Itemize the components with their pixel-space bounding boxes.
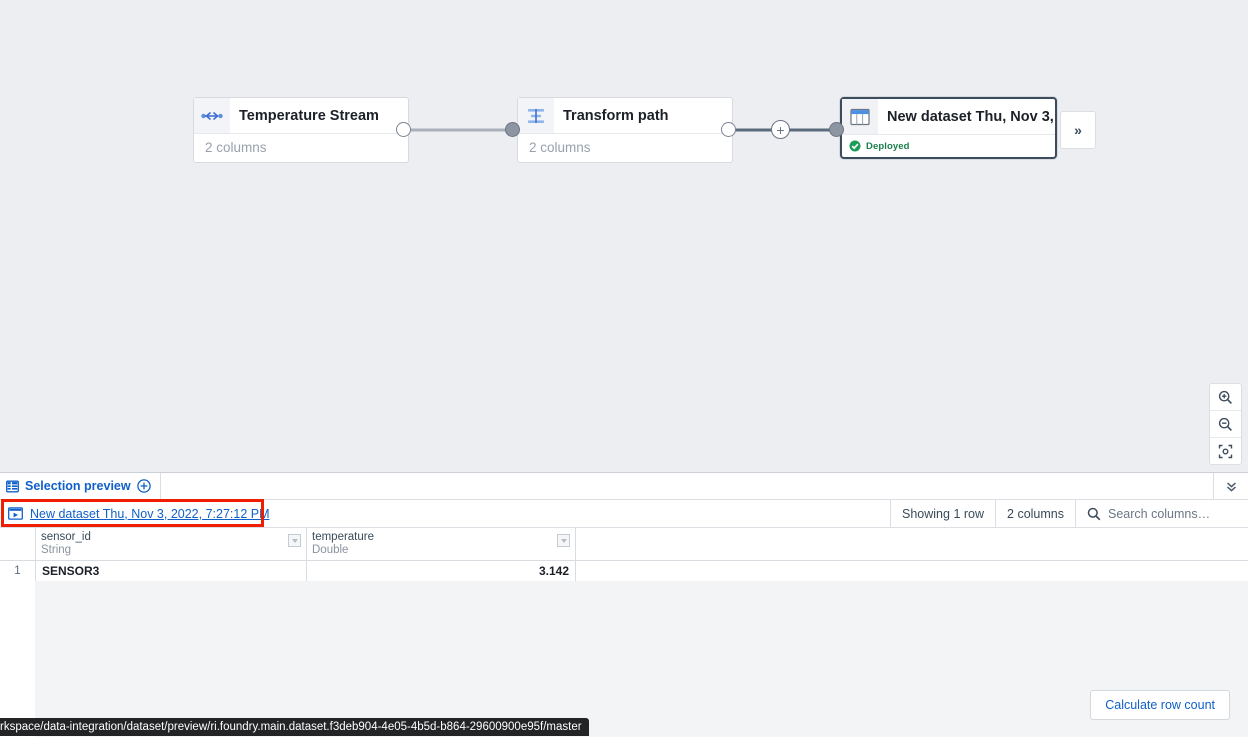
grid-empty-area [35,581,1248,737]
search-icon [1087,507,1101,521]
dataset-preview-tab-label: New dataset Thu, Nov 3, 2022, 7:27:12 PM [30,506,270,521]
selection-preview-panel: Selection preview New dataset Thu, Nov 3… [0,472,1248,737]
tab-selection-preview[interactable]: Selection preview [0,473,161,499]
dataset-preview-tab[interactable]: New dataset Thu, Nov 3, 2022, 7:27:12 PM [0,500,278,527]
preview-grid: sensor_id String temperature Double 1 SE… [0,528,1248,737]
calculate-row-count-button[interactable]: Calculate row count [1090,690,1230,720]
table-row[interactable]: 1 SENSOR3 3.142 [0,561,1248,582]
table-icon [6,480,19,493]
zoom-in-icon [1218,390,1232,404]
node-status-label: Deployed [866,140,910,152]
node-temperature-stream[interactable]: Temperature Stream 2 columns [193,97,409,163]
transform-icon [518,98,554,133]
column-menu-icon[interactable] [557,534,570,547]
dataset-preview-icon [8,507,23,520]
node-subtitle: 2 columns [194,133,408,162]
preview-toolbar: New dataset Thu, Nov 3, 2022, 7:27:12 PM… [0,500,1248,528]
zoom-controls [1209,383,1242,465]
node-header: New dataset Thu, Nov 3, … [842,99,1055,134]
preview-toolbar-right: Showing 1 row 2 columns [890,500,1248,527]
grid-header-row: sensor_id String temperature Double [0,528,1248,561]
status-bar-url: rkspace/data-integration/dataset/preview… [0,718,589,736]
node-status-badge: Deployed [842,134,1055,157]
column-name: sensor_id [41,531,91,543]
zoom-out-icon [1218,417,1232,431]
node-title: Transform path [563,107,669,124]
node-new-dataset[interactable]: New dataset Thu, Nov 3, … Deployed [840,97,1057,159]
search-columns[interactable] [1075,500,1248,527]
expand-downstream-button[interactable]: » [1060,111,1096,149]
column-header-temperature[interactable]: temperature Double [307,528,576,560]
double-chevron-down-icon [1226,481,1236,492]
zoom-in-button[interactable] [1210,384,1241,411]
calculate-row-count-label: Calculate row count [1105,698,1215,712]
row-count-label: Showing 1 row [890,500,995,527]
output-port-temperature-stream[interactable] [396,122,411,137]
input-port-new-dataset[interactable] [829,122,844,137]
column-count-label: 2 columns [995,500,1075,527]
column-type: Double [312,544,349,556]
stream-icon [194,98,230,133]
row-index: 1 [0,561,36,581]
column-menu-icon[interactable] [288,534,301,547]
node-title: New dataset Thu, Nov 3, … [887,108,1055,125]
cell-sensor-id[interactable]: SENSOR3 [36,561,307,581]
panel-tabbar: Selection preview [0,473,1248,500]
cell-temperature[interactable]: 3.142 [307,561,576,581]
fit-to-screen-button[interactable] [1210,438,1241,464]
add-node-on-edge-icon[interactable]: + [771,120,790,139]
zoom-out-button[interactable] [1210,411,1241,438]
row-gutter-fill [0,581,36,737]
app-root: Temperature Stream 2 columns Transform p… [0,0,1248,737]
output-port-transform-path[interactable] [721,122,736,137]
node-header: Transform path [518,98,732,133]
node-transform-path[interactable]: Transform path 2 columns [517,97,733,163]
node-subtitle: 2 columns [518,133,732,162]
pipeline-canvas[interactable]: Temperature Stream 2 columns Transform p… [0,0,1248,472]
plus-circle-icon[interactable] [136,479,151,493]
node-title: Temperature Stream [239,107,379,124]
collapse-panel-button[interactable] [1213,473,1248,499]
dataset-icon [842,99,878,134]
column-name: temperature [312,531,375,543]
tab-selection-preview-label: Selection preview [25,479,131,493]
search-input[interactable] [1108,506,1226,521]
pipeline-edges [410,128,845,132]
column-type: String [41,544,72,556]
input-port-transform-path[interactable] [505,122,520,137]
column-header-sensor-id[interactable]: sensor_id String [36,528,307,560]
check-circle-icon [849,140,861,152]
double-chevron-right-icon: » [1074,122,1082,138]
gutter-header [0,528,36,560]
fit-to-screen-icon [1218,444,1233,458]
node-header: Temperature Stream [194,98,408,133]
